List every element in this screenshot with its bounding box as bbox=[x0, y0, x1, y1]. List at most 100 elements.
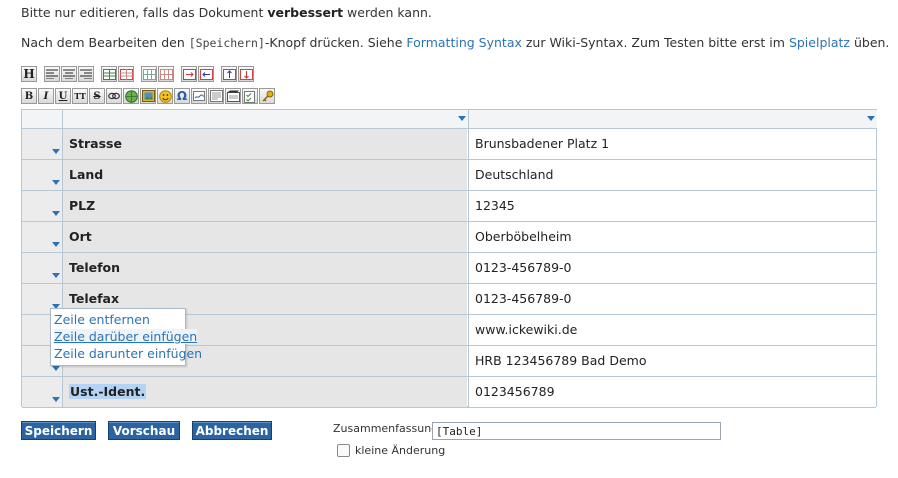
key-icon[interactable] bbox=[259, 88, 275, 104]
key-cell-text: Land bbox=[69, 167, 104, 182]
split-cells-icon[interactable] bbox=[238, 66, 254, 82]
monospace-icon[interactable]: TT bbox=[72, 88, 88, 104]
key-cell-text: Strasse bbox=[69, 136, 122, 151]
key-cell[interactable]: Land bbox=[62, 160, 467, 190]
align-right-icon[interactable] bbox=[78, 66, 94, 82]
playground-link[interactable]: Spielplatz bbox=[789, 35, 850, 50]
value-cell-text: 0123456789 bbox=[475, 384, 555, 399]
table-row: Ort Oberböbelheim bbox=[22, 222, 876, 253]
align-left-icon[interactable] bbox=[44, 66, 60, 82]
corner-header bbox=[22, 110, 62, 129]
special-chars-icon[interactable]: Ω bbox=[174, 88, 190, 104]
value-cell[interactable]: 0123-456789-0 bbox=[468, 253, 876, 283]
value-cell-text: Oberböbelheim bbox=[475, 229, 572, 244]
row-menu-icon[interactable] bbox=[52, 273, 60, 278]
row-menu-icon[interactable] bbox=[52, 397, 60, 402]
key-cell[interactable]: Ust.-Ident. bbox=[62, 377, 467, 407]
underline-icon[interactable]: U bbox=[55, 88, 71, 104]
italic-icon[interactable]: I bbox=[38, 88, 54, 104]
menu-insert-row-below[interactable]: Zeile darunter einfügen bbox=[54, 346, 202, 361]
column-1-menu-icon[interactable] bbox=[458, 116, 466, 121]
summary-input[interactable]: [Table] bbox=[432, 422, 721, 440]
key-cell[interactable]: Telefon bbox=[62, 253, 467, 283]
strikethrough-icon[interactable]: S bbox=[89, 88, 105, 104]
format-toolbar: B I U TT S Ω bbox=[21, 88, 276, 106]
heading-icon[interactable]: H bbox=[21, 66, 37, 82]
table-row: Land Deutschland bbox=[22, 160, 876, 191]
delete-row-icon[interactable] bbox=[118, 66, 134, 82]
media-icon[interactable] bbox=[208, 88, 224, 104]
value-cell-text: 0123-456789-0 bbox=[475, 260, 572, 275]
value-cell[interactable]: 0123-456789-0 bbox=[468, 284, 876, 314]
minor-change-checkbox[interactable] bbox=[337, 444, 350, 457]
row-handle[interactable] bbox=[22, 129, 62, 159]
image-icon[interactable] bbox=[140, 88, 156, 104]
value-cell[interactable]: 12345 bbox=[468, 191, 876, 221]
smiley-icon[interactable] bbox=[157, 88, 173, 104]
row-handle[interactable] bbox=[22, 377, 62, 407]
preview-button[interactable]: Vorschau bbox=[108, 421, 180, 440]
value-cell[interactable]: Deutschland bbox=[468, 160, 876, 190]
formatting-syntax-link[interactable]: Formatting Syntax bbox=[406, 35, 521, 50]
value-cell[interactable]: www.ickewiki.de bbox=[468, 315, 876, 345]
row-handle[interactable] bbox=[22, 160, 62, 190]
column-header-2[interactable] bbox=[468, 110, 877, 129]
key-cell-text: PLZ bbox=[69, 198, 96, 213]
value-cell[interactable]: Oberböbelheim bbox=[468, 222, 876, 252]
row-menu-icon[interactable] bbox=[52, 211, 60, 216]
table-row: Telefon 0123-456789-0 bbox=[22, 253, 876, 284]
key-cell-text: Ort bbox=[69, 229, 92, 244]
edit-help: Nach dem Bearbeiten den [Speichern]-Knop… bbox=[21, 35, 890, 50]
row-handle[interactable] bbox=[22, 253, 62, 283]
table-toolbar: H bbox=[21, 66, 255, 84]
external-link-icon[interactable] bbox=[123, 88, 139, 104]
value-cell[interactable]: Brunsbadener Platz 1 bbox=[468, 129, 876, 159]
column-2-menu-icon[interactable] bbox=[867, 116, 875, 121]
insert-row-above-icon[interactable] bbox=[101, 66, 117, 82]
key-cell-text: Telefon bbox=[69, 260, 121, 275]
value-cell-text: www.ickewiki.de bbox=[475, 322, 578, 337]
save-button[interactable]: Speichern bbox=[21, 421, 96, 440]
cancel-button[interactable]: Abbrechen bbox=[192, 421, 272, 440]
bold-icon[interactable]: B bbox=[21, 88, 37, 104]
summary-label: Zusammenfassung bbox=[333, 422, 439, 435]
key-cell[interactable]: Ort bbox=[62, 222, 467, 252]
code-icon[interactable] bbox=[225, 88, 241, 104]
insert-col-icon[interactable] bbox=[141, 66, 157, 82]
menu-remove-row[interactable]: Zeile entfernen bbox=[54, 312, 150, 327]
key-cell[interactable]: PLZ bbox=[62, 191, 467, 221]
row-menu-icon[interactable] bbox=[52, 366, 60, 371]
value-cell-text: 0123-456789-0 bbox=[475, 291, 572, 306]
move-left-right-icon[interactable] bbox=[198, 66, 214, 82]
value-cell-text: Deutschland bbox=[475, 167, 554, 182]
signature-icon[interactable] bbox=[191, 88, 207, 104]
table-row: Strasse Brunsbadener Platz 1 bbox=[22, 129, 876, 160]
key-cell-text: Telefax bbox=[69, 291, 120, 306]
row-context-menu: Zeile entfernen Zeile darüber einfügen Z… bbox=[50, 308, 202, 366]
value-cell-text: 12345 bbox=[475, 198, 515, 213]
value-cell-text: Brunsbadener Platz 1 bbox=[475, 136, 610, 151]
align-center-icon[interactable] bbox=[61, 66, 77, 82]
table-row: PLZ 12345 bbox=[22, 191, 876, 222]
save-code-hint: [Speichern] bbox=[188, 36, 265, 50]
checklist-icon[interactable] bbox=[242, 88, 258, 104]
value-cell[interactable]: 0123456789 bbox=[468, 377, 876, 407]
edit-notice: Bitte nur editieren, falls das Dokument … bbox=[21, 5, 432, 20]
row-menu-icon[interactable] bbox=[52, 242, 60, 247]
menu-insert-row-above[interactable]: Zeile darüber einfügen bbox=[54, 329, 198, 344]
row-handle[interactable] bbox=[22, 191, 62, 221]
value-cell[interactable]: HRB 123456789 Bad Demo bbox=[468, 346, 876, 376]
key-cell[interactable]: Strasse bbox=[62, 129, 467, 159]
row-menu-icon[interactable] bbox=[52, 149, 60, 154]
edit-notice-bold: verbessert bbox=[267, 5, 344, 20]
column-header-1[interactable] bbox=[62, 110, 468, 129]
link-icon[interactable] bbox=[106, 88, 122, 104]
key-cell-text: Ust.-Ident. bbox=[69, 384, 147, 399]
value-cell-text: HRB 123456789 Bad Demo bbox=[475, 353, 647, 368]
row-menu-icon[interactable] bbox=[52, 180, 60, 185]
merge-cells-icon[interactable] bbox=[181, 66, 197, 82]
move-up-down-icon[interactable] bbox=[221, 66, 237, 82]
delete-col-icon[interactable] bbox=[158, 66, 174, 82]
row-handle[interactable] bbox=[22, 222, 62, 252]
table-row: Ust.-Ident. 0123456789 bbox=[22, 377, 876, 408]
